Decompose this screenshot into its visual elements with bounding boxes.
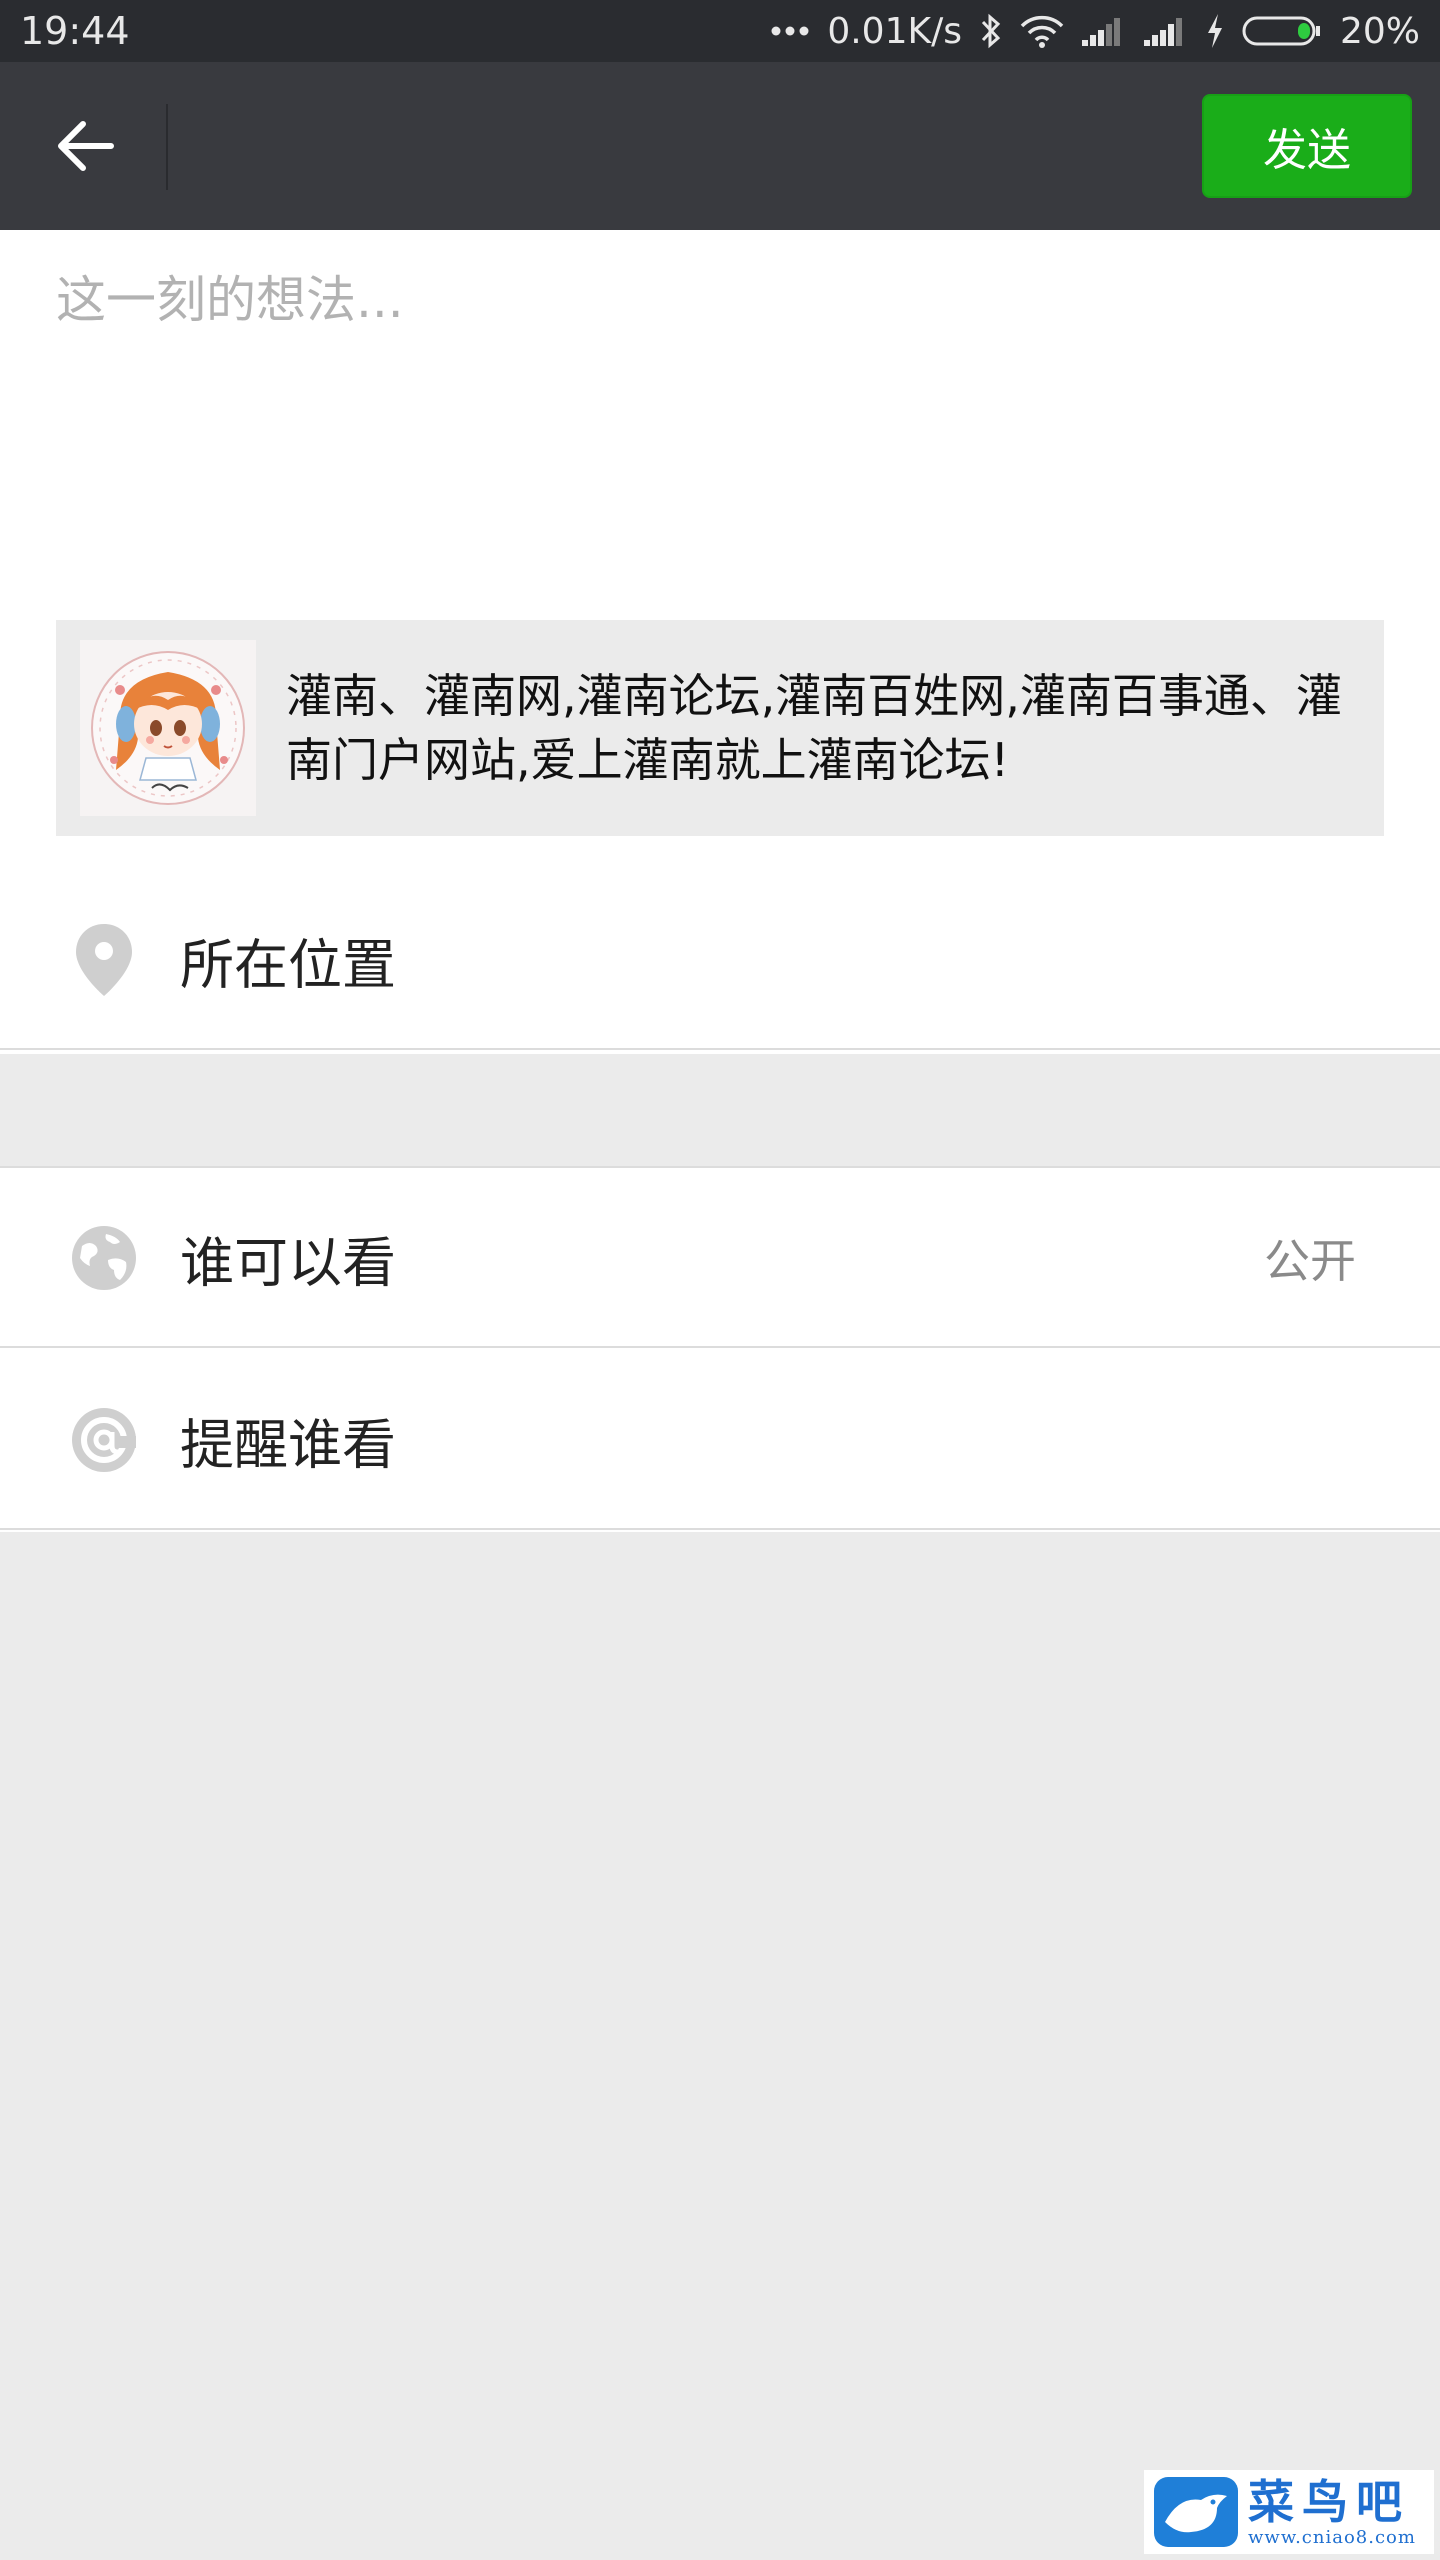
thought-input[interactable] [56, 260, 1386, 560]
network-speed: 0.01K/s [827, 10, 962, 52]
shared-link-card[interactable]: 灌南、灌南网,灌南论坛,灌南百姓网,灌南百事通、灌南门户网站,爱上灌南就上灌南论… [56, 620, 1384, 836]
location-row[interactable]: 所在位置 [0, 870, 1440, 1050]
wifi-icon [1020, 15, 1064, 48]
bird-icon [1154, 2477, 1238, 2547]
remind-label: 提醒谁看 [180, 1413, 396, 1477]
signal-icon [1081, 18, 1120, 46]
status-indicators: 0.01K/s 20% [771, 8, 1420, 54]
location-label: 所在位置 [180, 933, 396, 997]
back-button[interactable] [40, 106, 130, 186]
at-sign-icon [68, 1400, 140, 1480]
divider [0, 1346, 1440, 1348]
remind-row[interactable]: 提醒谁看 [0, 1350, 1440, 1530]
visibility-value: 公开 [1264, 1234, 1356, 1288]
status-time: 19:44 [20, 9, 130, 53]
watermark-logo: 菜鸟吧 www.cniao8.com [1144, 2470, 1434, 2554]
toolbar-divider [166, 104, 168, 190]
divider [0, 1528, 1440, 1530]
watermark-url: www.cniao8.com [1248, 2527, 1416, 2548]
signal-icon [1143, 18, 1182, 46]
top-toolbar: 发送 [0, 62, 1440, 230]
status-bar: 19:44 0.01K/s 20% [0, 0, 1440, 62]
settings-group: 谁可以看 公开 提醒谁看 [0, 1166, 1440, 1532]
location-pin-icon [68, 920, 140, 1000]
more-dots-icon [771, 26, 809, 36]
battery-icon [1242, 16, 1320, 46]
cartoon-girl-avatar [80, 640, 256, 816]
arrow-left-icon [58, 121, 114, 171]
globe-icon [68, 1218, 140, 1298]
link-title: 灌南、灌南网,灌南论坛,灌南百姓网,灌南百事通、灌南门户网站,爱上灌南就上灌南论… [286, 669, 1342, 787]
composer-panel: 灌南、灌南网,灌南论坛,灌南百姓网,灌南百事通、灌南门户网站,爱上灌南就上灌南论… [0, 230, 1440, 1054]
link-thumbnail [80, 640, 256, 816]
visibility-label: 谁可以看 [180, 1231, 396, 1295]
battery-level: 20% [1339, 10, 1420, 52]
charging-icon [1207, 14, 1222, 48]
watermark-text: 菜鸟吧 www.cniao8.com [1248, 2476, 1416, 2548]
watermark-title: 菜鸟吧 [1248, 2475, 1410, 2529]
divider [0, 1048, 1440, 1050]
visibility-row[interactable]: 谁可以看 公开 [0, 1168, 1440, 1348]
send-button[interactable]: 发送 [1202, 94, 1412, 198]
bluetooth-icon [981, 13, 1001, 49]
